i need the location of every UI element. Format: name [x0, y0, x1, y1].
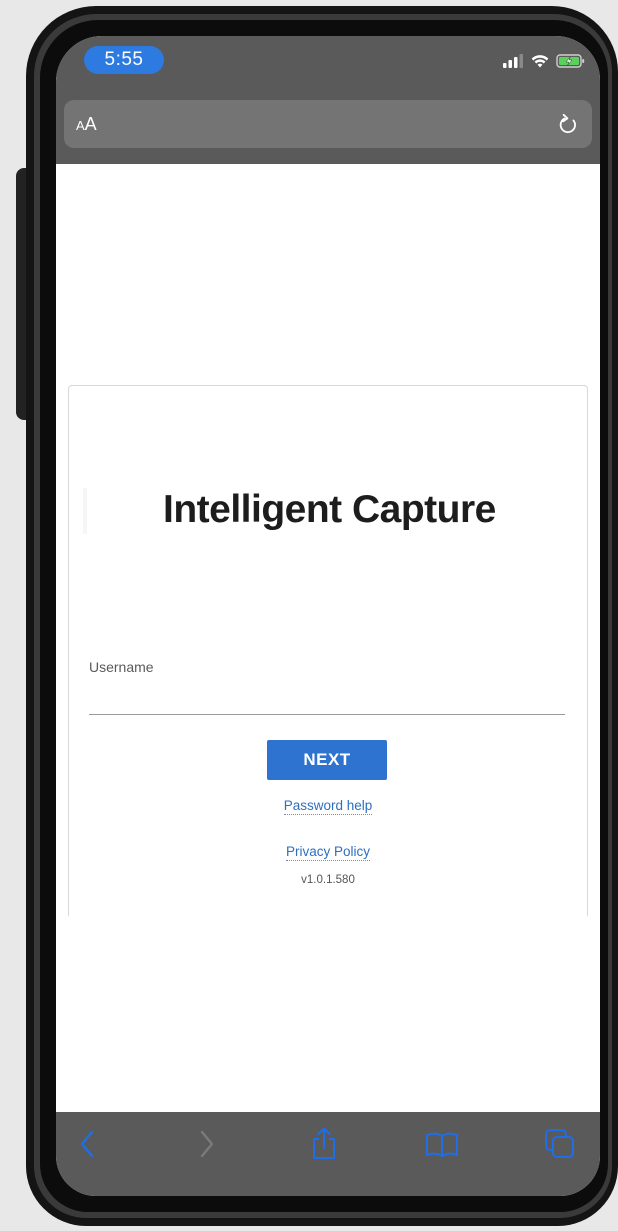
logo-mark — [83, 488, 87, 534]
address-bar[interactable]: AA — [64, 100, 592, 148]
next-button[interactable]: NEXT — [267, 740, 387, 780]
forward-icon[interactable] — [196, 1129, 216, 1159]
bookmarks-icon[interactable] — [425, 1130, 459, 1158]
bookmarks-button[interactable] — [422, 1126, 462, 1162]
password-help-link[interactable]: Password help — [69, 798, 587, 815]
cellular-signal-icon — [503, 54, 523, 68]
privacy-policy-link[interactable]: Privacy Policy — [69, 844, 587, 861]
browser-top-chrome: 5:55 AA — [56, 36, 600, 164]
share-icon[interactable] — [310, 1127, 338, 1161]
password-help-label[interactable]: Password help — [283, 798, 373, 815]
back-icon[interactable] — [78, 1129, 98, 1159]
forward-button[interactable] — [186, 1126, 226, 1162]
phone-screen: 5:55 AA Intelligent Capture Username NEX… — [56, 36, 600, 1196]
app-title: Intelligent Capture — [163, 488, 496, 531]
username-label: Username — [89, 659, 154, 675]
tabs-icon[interactable] — [544, 1128, 576, 1160]
version-text: v1.0.1.580 — [301, 874, 355, 886]
browser-bottom-toolbar — [56, 1112, 600, 1196]
status-time: 5:55 — [84, 46, 164, 74]
wifi-icon — [531, 55, 549, 68]
reload-icon[interactable] — [556, 111, 580, 137]
username-input[interactable] — [89, 678, 565, 715]
login-card: Intelligent Capture Username NEXT Passwo… — [68, 385, 588, 916]
text-size-button[interactable]: AA — [76, 112, 97, 138]
share-button[interactable] — [304, 1126, 344, 1162]
back-button[interactable] — [68, 1126, 108, 1162]
stage: 5:55 AA Intelligent Capture Username NEX… — [0, 0, 618, 1231]
privacy-policy-label[interactable]: Privacy Policy — [285, 844, 371, 861]
tabs-button[interactable] — [540, 1126, 580, 1162]
status-icons — [502, 50, 586, 72]
battery-charging-icon — [556, 54, 585, 68]
